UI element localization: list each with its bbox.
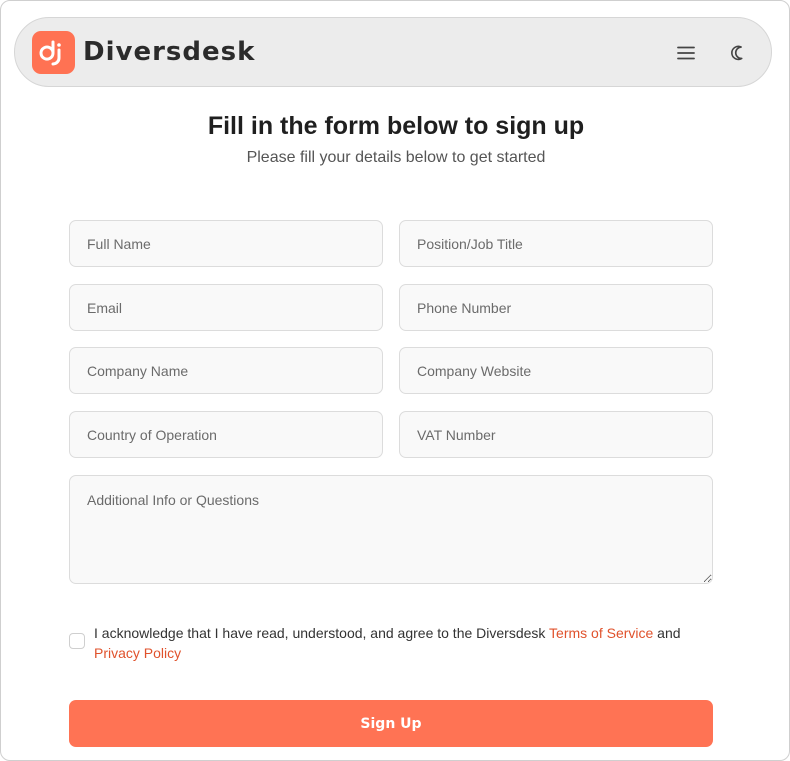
terms-text-before: I acknowledge that I have read, understo… xyxy=(94,625,550,641)
email-input[interactable] xyxy=(69,284,383,331)
terms-checkbox[interactable] xyxy=(69,633,85,649)
company-name-input[interactable] xyxy=(69,347,383,394)
country-of-operation-input[interactable] xyxy=(69,411,383,458)
terms-text-middle: and xyxy=(653,625,681,641)
top-navbar: Diversdesk xyxy=(14,17,772,87)
diversdesk-logo-icon[interactable] xyxy=(32,31,75,74)
hamburger-menu-icon[interactable] xyxy=(674,41,698,65)
page-subtitle: Please fill your details below to get st… xyxy=(246,149,546,166)
full-name-input[interactable] xyxy=(69,220,383,267)
position-job-title-input[interactable] xyxy=(399,220,713,267)
sign-up-button[interactable]: Sign Up xyxy=(69,700,713,747)
privacy-policy-link[interactable]: Privacy Policy xyxy=(94,645,181,661)
phone-number-input[interactable] xyxy=(399,284,713,331)
brand-name[interactable]: Diversdesk xyxy=(83,35,255,69)
vat-number-input[interactable] xyxy=(399,411,713,458)
additional-info-textarea[interactable] xyxy=(69,475,713,584)
terms-text: I acknowledge that I have read, understo… xyxy=(94,623,719,663)
page-title: Fill in the form below to sign up xyxy=(207,112,585,140)
terms-of-service-link[interactable]: Terms of Service xyxy=(549,625,653,641)
moon-icon[interactable] xyxy=(728,41,752,65)
page-frame: Diversdesk Fill in the form below to sig… xyxy=(0,0,790,761)
company-website-input[interactable] xyxy=(399,347,713,394)
